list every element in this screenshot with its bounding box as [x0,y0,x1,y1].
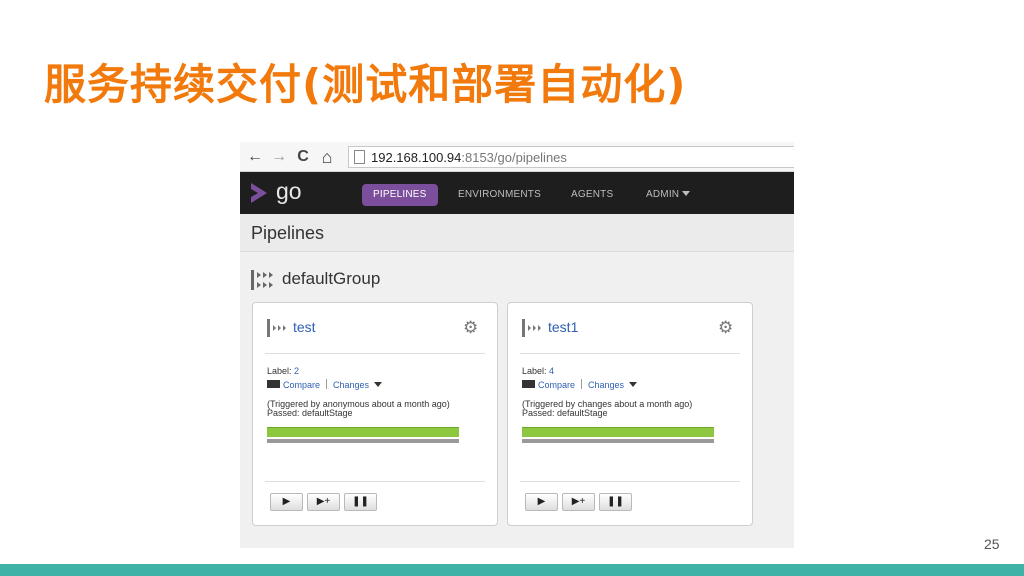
separator [581,379,583,389]
url-path: :8153/go/pipelines [461,150,567,165]
address-bar[interactable]: 192.168.100.94:8153/go/pipelines [348,146,794,168]
page-icon [354,150,365,164]
go-top-nav: go PIPELINES ENVIRONMENTS AGENTS ADMIN [240,172,794,214]
chevron-down-icon[interactable] [629,382,638,387]
divider [520,353,740,354]
pipeline-name[interactable]: test [293,319,316,335]
nav-pipelines[interactable]: PIPELINES [362,184,438,206]
nav-admin-label: ADMIN [646,189,680,200]
stage-status-bar[interactable] [522,427,714,437]
trigger-with-options-button[interactable]: ▶+ [307,493,340,511]
pipeline-icon [522,319,541,337]
compare-icon [522,380,535,388]
gear-icon[interactable]: ⚙ [463,319,478,336]
changes-link[interactable]: Changes [588,380,624,390]
home-icon[interactable]: ⌂ [316,146,338,168]
page-header: Pipelines [240,214,794,252]
pipeline-card: test ⚙ Label: 2 Compare Changes (Triggere… [252,302,498,526]
changes-link[interactable]: Changes [333,380,369,390]
browser-toolbar: ← → C ⌂ 192.168.100.94:8153/go/pipelines [240,142,794,172]
pipeline-label-line: Label: 4 [522,366,554,376]
forward-icon[interactable]: → [268,146,290,168]
stage-status-bar[interactable] [267,427,459,437]
trigger-with-options-button[interactable]: ▶+ [562,493,595,511]
compare-link[interactable]: Compare [538,380,575,390]
gear-icon[interactable]: ⚙ [718,319,733,336]
go-logo-icon [251,183,267,203]
pipeline-group-name[interactable]: defaultGroup [282,269,380,289]
pipeline-card: test1 ⚙ Label: 4 Compare Changes (Trigger… [507,302,753,526]
pipeline-icon [267,319,286,337]
divider [520,481,740,482]
nav-agents[interactable]: AGENTS [571,184,613,206]
pipeline-label-line: Label: 2 [267,366,299,376]
slide-title: 服务持续交付(测试和部署自动化) [44,60,687,109]
pipeline-name[interactable]: test1 [548,319,578,335]
label-link[interactable]: 2 [294,366,299,376]
slide-number: 25 [984,536,1000,552]
compare-changes-line: Compare Changes [522,379,638,390]
compare-link[interactable]: Compare [283,380,320,390]
compare-icon [267,380,280,388]
divider [265,481,485,482]
trigger-button[interactable]: ▶ [525,493,558,511]
chevron-down-icon[interactable] [374,382,383,387]
pause-button[interactable]: ❚❚ [599,493,632,511]
page-title: Pipelines [251,223,325,243]
divider [265,353,485,354]
pause-button[interactable]: ❚❚ [344,493,377,511]
chevron-down-icon [682,191,691,196]
trigger-button[interactable]: ▶ [270,493,303,511]
url-host: 192.168.100.94 [371,150,462,165]
back-icon[interactable]: ← [244,146,266,168]
label-prefix: Label: [267,366,295,376]
label-link[interactable]: 4 [549,366,554,376]
compare-changes-line: Compare Changes [267,379,383,390]
url-text: 192.168.100.94:8153/go/pipelines [371,150,567,165]
stage-history-bar [267,439,459,443]
nav-environments[interactable]: ENVIRONMENTS [458,184,541,206]
go-logo-text: go [276,178,302,204]
reload-icon[interactable]: C [292,146,314,168]
label-prefix: Label: [522,366,550,376]
bottom-accent-bar [0,564,1024,576]
stage-history-bar [522,439,714,443]
browser-screenshot: ← → C ⌂ 192.168.100.94:8153/go/pipelines… [240,142,794,548]
separator [326,379,328,389]
pipeline-group-icon [251,270,273,290]
nav-admin[interactable]: ADMIN [646,184,691,206]
passed-text: Passed: defaultStage [267,408,353,418]
passed-text: Passed: defaultStage [522,408,608,418]
